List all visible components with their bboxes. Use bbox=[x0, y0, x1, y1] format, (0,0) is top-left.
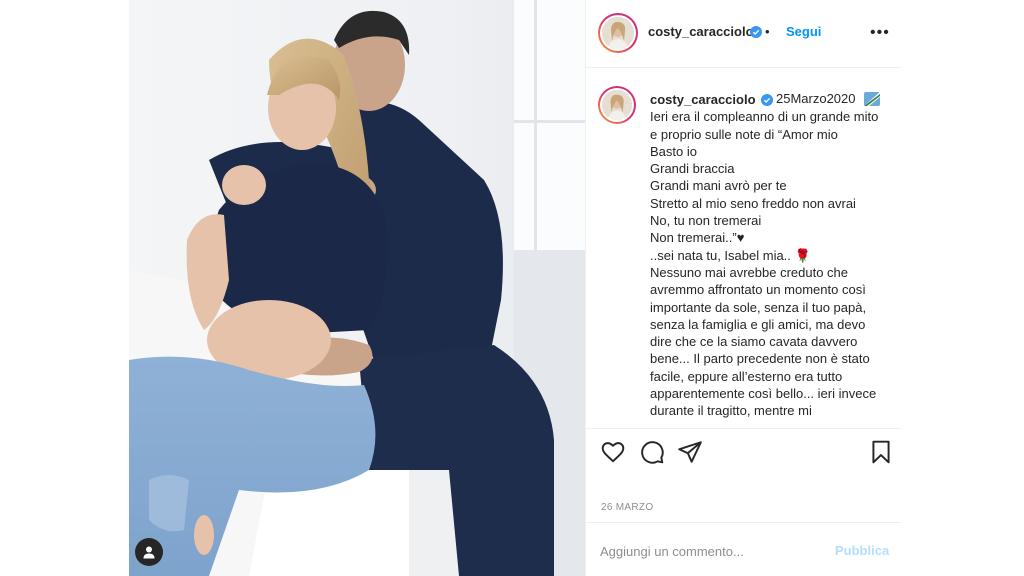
caption-line: senza la famiglia e gli amici, ma devo bbox=[650, 316, 866, 332]
verified-badge-icon bbox=[750, 26, 762, 38]
verified-badge-icon bbox=[761, 94, 773, 106]
caption-line: bene... Il parto precedente non è stato bbox=[650, 351, 870, 367]
avatar-photo bbox=[602, 17, 634, 49]
flag-emoji-icon bbox=[864, 92, 880, 106]
post-header: costy_caracciolo • Segui ••• bbox=[586, 0, 901, 68]
caption-line: importante da sole, senza il tuo papà, bbox=[650, 299, 867, 315]
caption-line: Stretto al mio seno freddo non avrai bbox=[650, 195, 856, 211]
publish-button[interactable]: Pubblica bbox=[835, 543, 889, 558]
caption-line: Ieri era il compleanno di un grande mito bbox=[650, 109, 879, 125]
post-actions-bar bbox=[586, 428, 901, 474]
user-silhouette-icon bbox=[143, 546, 155, 559]
caption-line: avremmo affrontato un momento così bbox=[650, 282, 866, 298]
caption-line: dire che ce la siamo cavata davvero bbox=[650, 334, 858, 350]
comment-bubble-icon[interactable] bbox=[639, 439, 665, 465]
caption-line: Non tremerai..”♥ bbox=[650, 230, 745, 246]
caption-line: e proprio sulle note di “Amor mio bbox=[650, 126, 838, 142]
post-caption-area: costy_caracciolo Ieri era il compleanno … bbox=[586, 68, 901, 428]
author-username[interactable]: costy_caracciolo bbox=[648, 24, 754, 39]
comment-input[interactable] bbox=[600, 541, 820, 561]
caption-line: Nessuno mai avrebbe creduto che bbox=[650, 264, 849, 280]
caption-author-avatar[interactable] bbox=[598, 86, 636, 124]
more-options-icon[interactable]: ••• bbox=[870, 24, 890, 44]
author-avatar[interactable] bbox=[598, 13, 638, 53]
bookmark-icon[interactable] bbox=[868, 439, 894, 465]
caption-line: apparentemente così bello... ieri invece bbox=[650, 386, 877, 402]
post-photo-illustration bbox=[129, 0, 585, 576]
caption-line: durante il tragitto, mentre mi bbox=[650, 403, 812, 419]
caption-avatar-photo bbox=[602, 90, 632, 120]
instagram-post-embed: costy_caracciolo • Segui ••• costy_carac… bbox=[0, 0, 1024, 576]
caption-line: No, tu non tremerai bbox=[650, 213, 762, 229]
caption-username[interactable]: costy_caracciolo bbox=[650, 91, 896, 108]
caption-line: Grandi braccia bbox=[650, 161, 735, 177]
caption-line: facile, eppure all’esterno era tutto bbox=[650, 368, 843, 384]
follow-button[interactable]: Segui bbox=[786, 24, 821, 39]
comment-composer: Pubblica bbox=[586, 522, 901, 576]
post-photo[interactable] bbox=[129, 0, 585, 576]
user-tag-icon[interactable] bbox=[135, 538, 163, 566]
post-date: 26 MARZO bbox=[601, 502, 654, 513]
heart-icon[interactable] bbox=[600, 439, 626, 465]
caption-line: Basto io bbox=[650, 143, 697, 159]
caption-line: Grandi mani avrò per te bbox=[650, 178, 787, 194]
post-sidebar: costy_caracciolo • Segui ••• costy_carac… bbox=[585, 0, 901, 576]
caption-date: 25Marzo2020 bbox=[776, 91, 856, 106]
caption-body: costy_caracciolo Ieri era il compleanno … bbox=[650, 91, 896, 420]
caption-line: ..sei nata tu, Isabel mia.. 🌹 bbox=[650, 247, 811, 263]
header-separator: • bbox=[765, 24, 770, 39]
paper-plane-icon[interactable] bbox=[677, 439, 703, 465]
